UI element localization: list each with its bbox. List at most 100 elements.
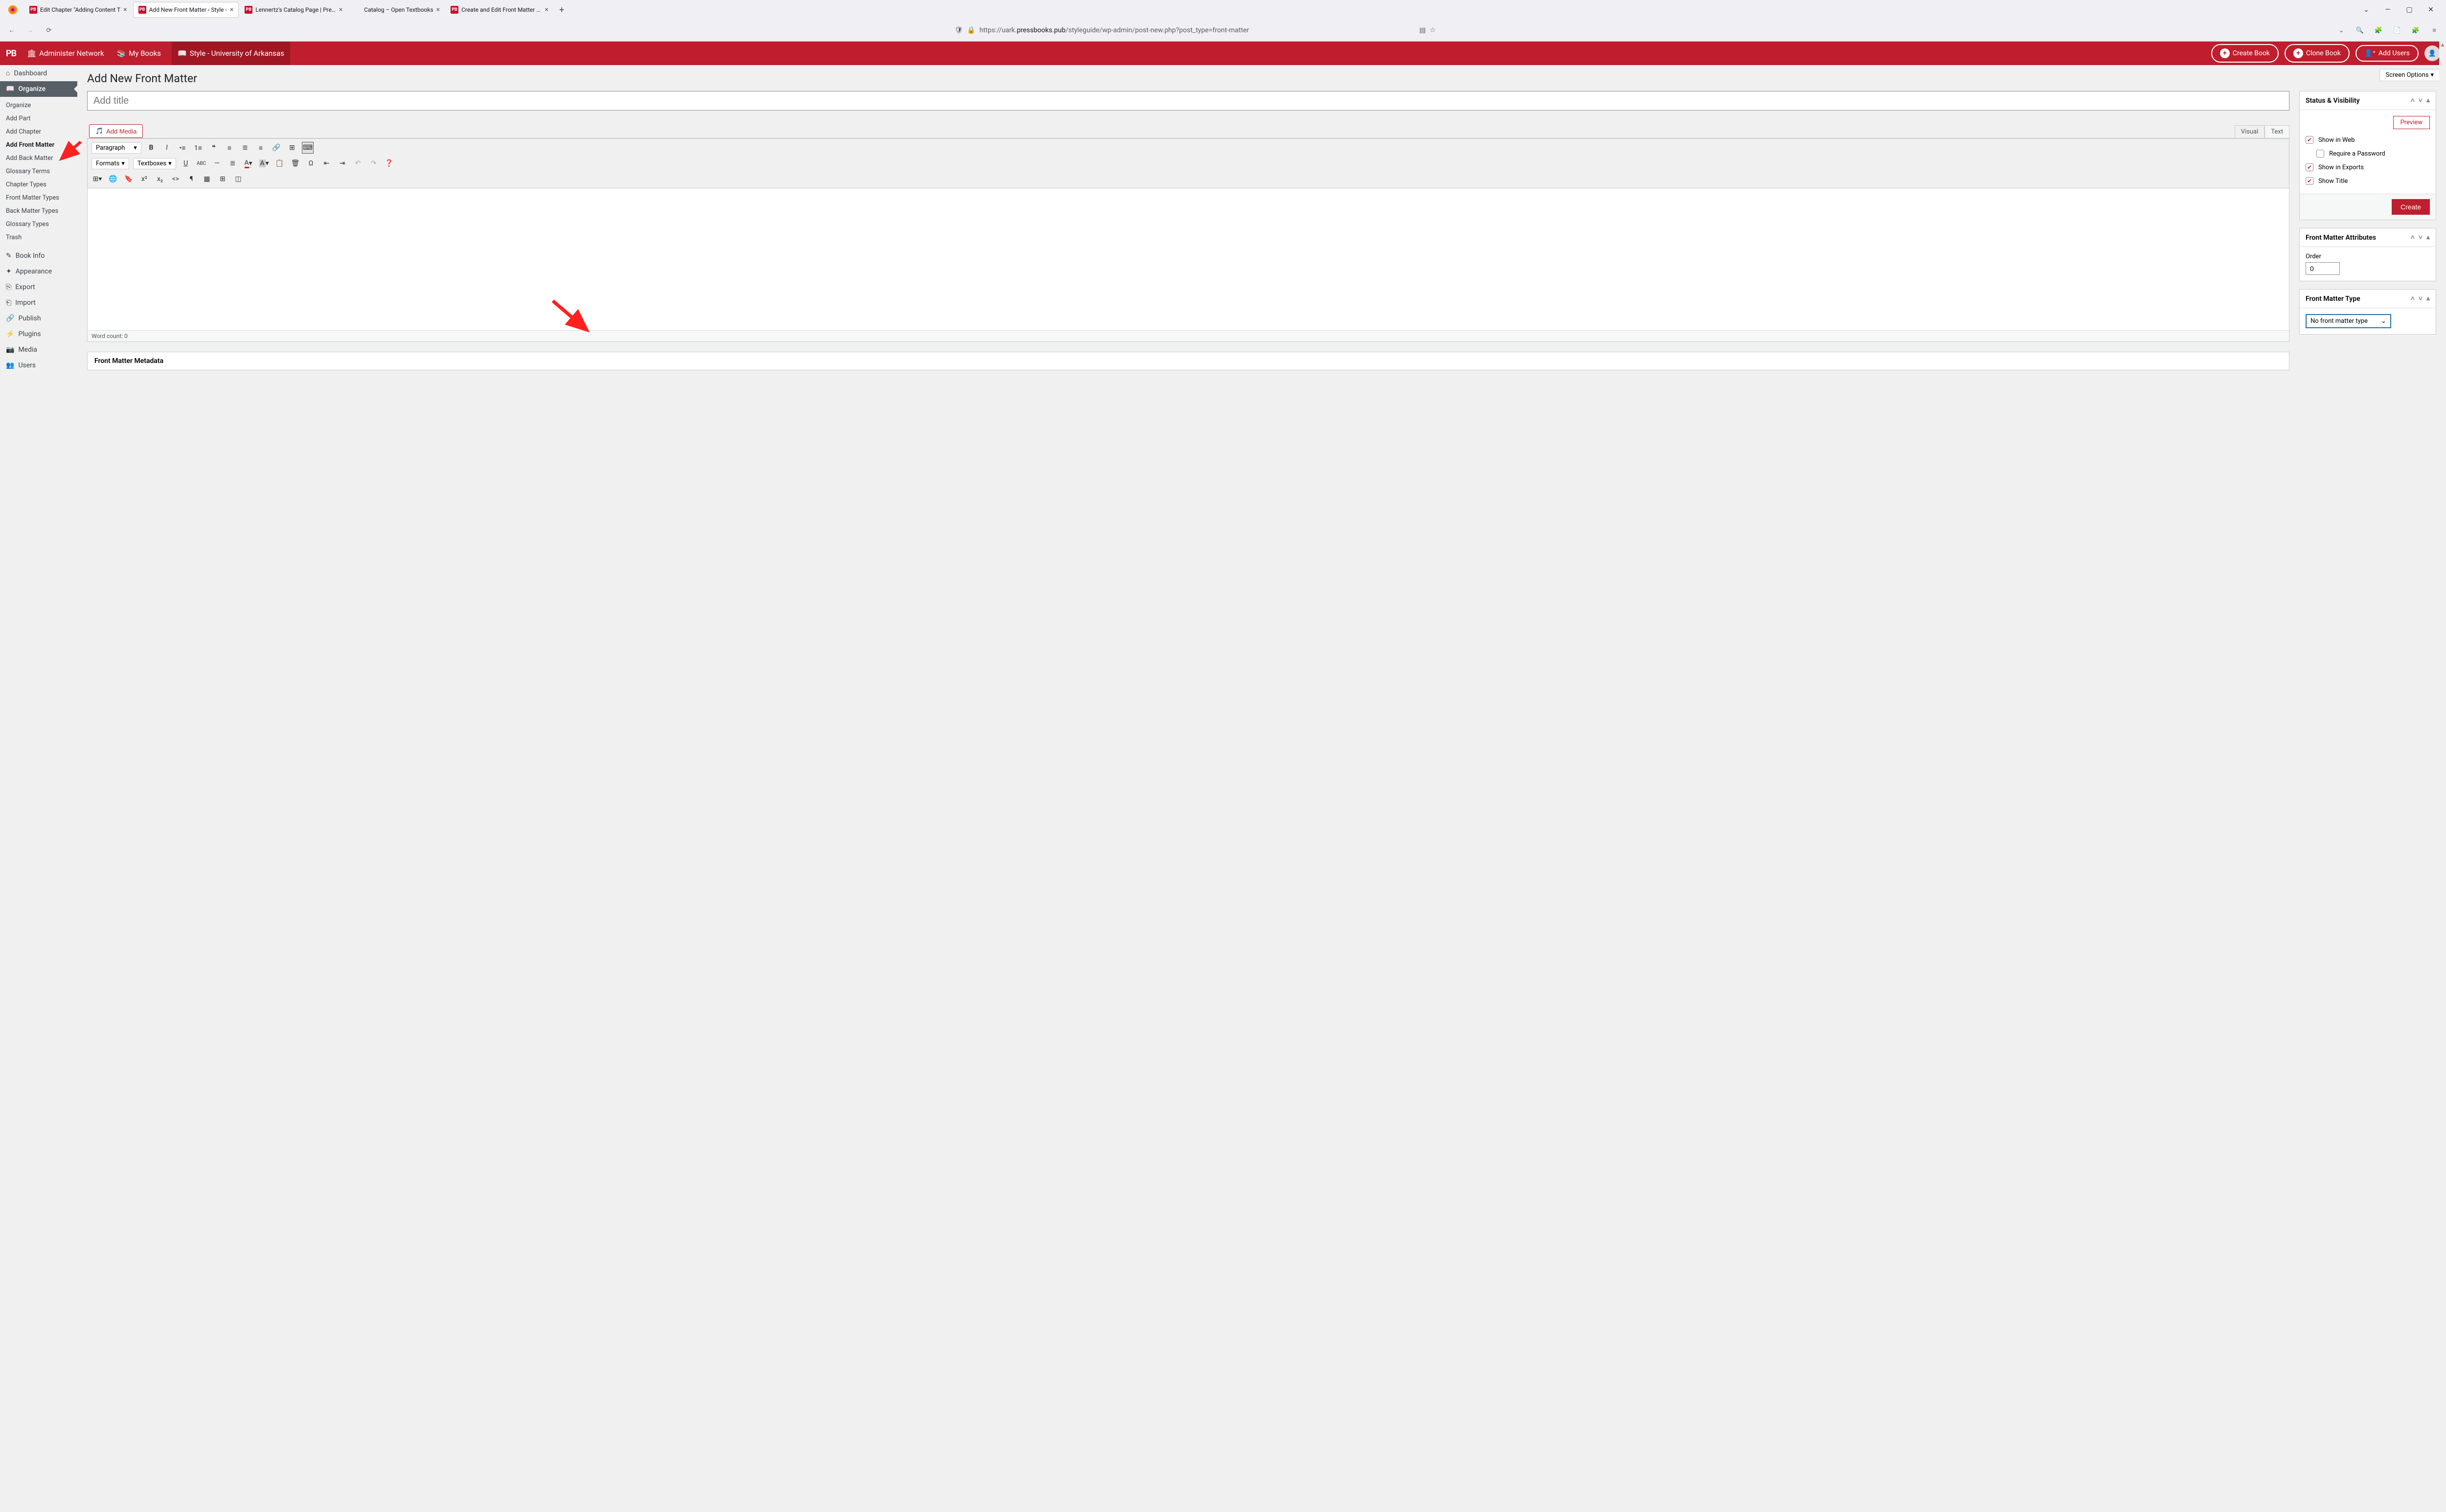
minimize-icon[interactable]: — bbox=[2380, 6, 2395, 14]
content-editor[interactable] bbox=[88, 188, 2289, 330]
special-char-button[interactable]: Ω bbox=[305, 158, 317, 169]
chevron-down-icon[interactable]: ˅ bbox=[2419, 96, 2423, 105]
text-color-button[interactable]: A▾ bbox=[243, 158, 254, 169]
justify-button[interactable]: ≣ bbox=[227, 158, 239, 169]
sidebar-book-info[interactable]: ✎Book Info bbox=[0, 248, 77, 264]
create-book-button[interactable]: + Create Book bbox=[2211, 44, 2279, 63]
administer-network-link[interactable]: 🏛 Administer Network bbox=[25, 49, 106, 58]
pb-logo[interactable]: PB bbox=[6, 48, 16, 59]
redo-button[interactable]: ↷ bbox=[368, 158, 380, 169]
sub-add-part[interactable]: Add Part bbox=[0, 112, 77, 125]
close-icon[interactable]: × bbox=[230, 6, 233, 14]
lock-icon[interactable]: 🔒 bbox=[967, 26, 975, 34]
paragraph-select[interactable]: Paragraph▾ bbox=[91, 142, 141, 154]
show-in-exports-checkbox[interactable] bbox=[2306, 163, 2313, 171]
sub-chapter-types[interactable]: Chapter Types bbox=[0, 178, 77, 191]
my-books-link[interactable]: 📚 My Books bbox=[115, 49, 163, 58]
text-tab[interactable]: Text bbox=[2265, 125, 2289, 138]
sidebar-publish[interactable]: 🔗Publish bbox=[0, 311, 77, 326]
zoom-icon[interactable]: 🔍 bbox=[2353, 23, 2367, 37]
chevron-down-icon[interactable]: ˅ bbox=[2419, 294, 2423, 303]
sub-add-front-matter[interactable]: Add Front Matter bbox=[0, 138, 77, 152]
hr-button[interactable]: — bbox=[211, 158, 223, 169]
globe-button[interactable]: 🌐 bbox=[107, 173, 119, 185]
bg-color-button[interactable]: A▾ bbox=[258, 158, 270, 169]
bullet-list-button[interactable]: •≡ bbox=[177, 142, 188, 154]
bookmark-star-icon[interactable]: ☆ bbox=[1429, 26, 1436, 34]
underline-button[interactable]: U bbox=[180, 158, 192, 169]
chevron-down-icon[interactable]: ˅ bbox=[2419, 233, 2423, 242]
formats-select[interactable]: Formats▾ bbox=[91, 158, 129, 169]
close-icon[interactable]: × bbox=[339, 6, 342, 14]
sub-glossary-terms[interactable]: Glossary Terms bbox=[0, 165, 77, 178]
sidebar-import[interactable]: ⎗Import bbox=[0, 295, 77, 311]
italic-button[interactable]: I bbox=[161, 142, 173, 154]
tab-create-edit-fm[interactable]: PB Create and Edit Front Matter – P × bbox=[446, 2, 553, 18]
calc-button[interactable]: ⊞ bbox=[217, 173, 228, 185]
align-center-button[interactable]: ≣ bbox=[239, 142, 251, 154]
close-icon[interactable]: × bbox=[123, 6, 127, 14]
sub-back-matter-types[interactable]: Back Matter Types bbox=[0, 204, 77, 218]
sidebar-export[interactable]: ⎘Export bbox=[0, 279, 77, 295]
reload-button[interactable]: ⟳ bbox=[42, 23, 56, 37]
sidebar-appearance[interactable]: ✦Appearance bbox=[0, 264, 77, 279]
new-tab-button[interactable]: + bbox=[554, 5, 569, 15]
list-tabs-icon[interactable]: ⌄ bbox=[2359, 6, 2374, 14]
bold-button[interactable]: B bbox=[145, 142, 157, 154]
extension-icon[interactable]: 🧩 bbox=[2372, 23, 2385, 37]
scrollbar[interactable]: ▴ bbox=[2439, 41, 2446, 1512]
code-button[interactable]: <> bbox=[170, 173, 181, 185]
sidebar-media[interactable]: 📷Media bbox=[0, 342, 77, 358]
create-button[interactable]: Create bbox=[2392, 199, 2430, 215]
add-media-button[interactable]: 🎵 Add Media bbox=[89, 124, 143, 138]
sub-add-chapter[interactable]: Add Chapter bbox=[0, 125, 77, 138]
ltr-button[interactable]: ¶ bbox=[185, 173, 197, 185]
user-avatar[interactable]: 👤 bbox=[2424, 45, 2440, 61]
current-book-link[interactable]: 📖 Style - University of Arkansas bbox=[172, 42, 290, 65]
title-input[interactable] bbox=[87, 91, 2289, 111]
more-button[interactable]: ⊞ bbox=[286, 142, 298, 154]
preview-button[interactable]: Preview bbox=[2393, 116, 2430, 129]
link-button[interactable]: 🔗 bbox=[271, 142, 282, 154]
layout-button[interactable]: ◫ bbox=[232, 173, 244, 185]
sidebar-organize[interactable]: 📖 Organize bbox=[0, 81, 77, 97]
table-button[interactable]: ⊞▾ bbox=[91, 173, 103, 185]
blockquote-button[interactable]: ❝ bbox=[208, 142, 220, 154]
maximize-icon[interactable]: ▢ bbox=[2402, 6, 2417, 14]
help-button[interactable]: ❓ bbox=[384, 158, 395, 169]
strikethrough-button[interactable]: ABC bbox=[196, 158, 207, 169]
tab-add-front-matter[interactable]: PB Add New Front Matter ‹ Style - × bbox=[133, 2, 239, 18]
subscript-button[interactable]: x₂ bbox=[154, 173, 166, 185]
require-password-checkbox[interactable] bbox=[2316, 150, 2324, 158]
url-bar[interactable]: 🛡 🔒 https://uark.pressbooks.pub/stylegui… bbox=[951, 23, 1440, 38]
chevron-up-icon[interactable]: ˄ bbox=[2411, 294, 2415, 303]
chevron-up-icon[interactable]: ˄ bbox=[2411, 233, 2415, 242]
close-window-icon[interactable]: ✕ bbox=[2423, 6, 2438, 14]
menu-icon[interactable]: ≡ bbox=[2427, 23, 2441, 37]
tab-edit-chapter[interactable]: PB Edit Chapter "Adding Content T × bbox=[24, 2, 132, 18]
chevron-up-icon[interactable]: ˄ bbox=[2411, 96, 2415, 105]
clear-format-button[interactable]: 🗑 bbox=[290, 158, 301, 169]
sidebar-users[interactable]: 👥Users bbox=[0, 358, 77, 373]
number-list-button[interactable]: 1≡ bbox=[192, 142, 204, 154]
note-icon[interactable]: 📄 bbox=[2390, 23, 2404, 37]
tab-catalog-page[interactable]: PB Lennertz's Catalog Page | Pressb × bbox=[240, 2, 347, 18]
collapse-icon[interactable]: ▴ bbox=[2426, 96, 2430, 105]
indent-button[interactable]: ⇥ bbox=[337, 158, 348, 169]
sidebar-dashboard[interactable]: ⌂ Dashboard bbox=[0, 65, 77, 81]
paste-button[interactable]: 📋 bbox=[274, 158, 286, 169]
grid-button[interactable]: ▦ bbox=[201, 173, 213, 185]
sub-organize[interactable]: Organize bbox=[0, 99, 77, 112]
back-button[interactable]: ← bbox=[5, 23, 19, 37]
tab-catalog-open[interactable]: Catalog – Open Textbooks × bbox=[348, 2, 445, 18]
order-input[interactable] bbox=[2306, 262, 2340, 275]
align-right-button[interactable]: ≡ bbox=[255, 142, 267, 154]
show-in-web-checkbox[interactable] bbox=[2306, 136, 2313, 144]
front-matter-metadata-panel[interactable]: Front Matter Metadata bbox=[87, 352, 2289, 370]
outdent-button[interactable]: ⇤ bbox=[321, 158, 333, 169]
pocket-icon[interactable]: ⌄ bbox=[2334, 23, 2348, 37]
collapse-icon[interactable]: ▴ bbox=[2426, 233, 2430, 242]
show-title-checkbox[interactable] bbox=[2306, 177, 2313, 185]
align-left-button[interactable]: ≡ bbox=[224, 142, 235, 154]
toolbar-toggle-button[interactable]: ⌨ bbox=[302, 142, 314, 154]
